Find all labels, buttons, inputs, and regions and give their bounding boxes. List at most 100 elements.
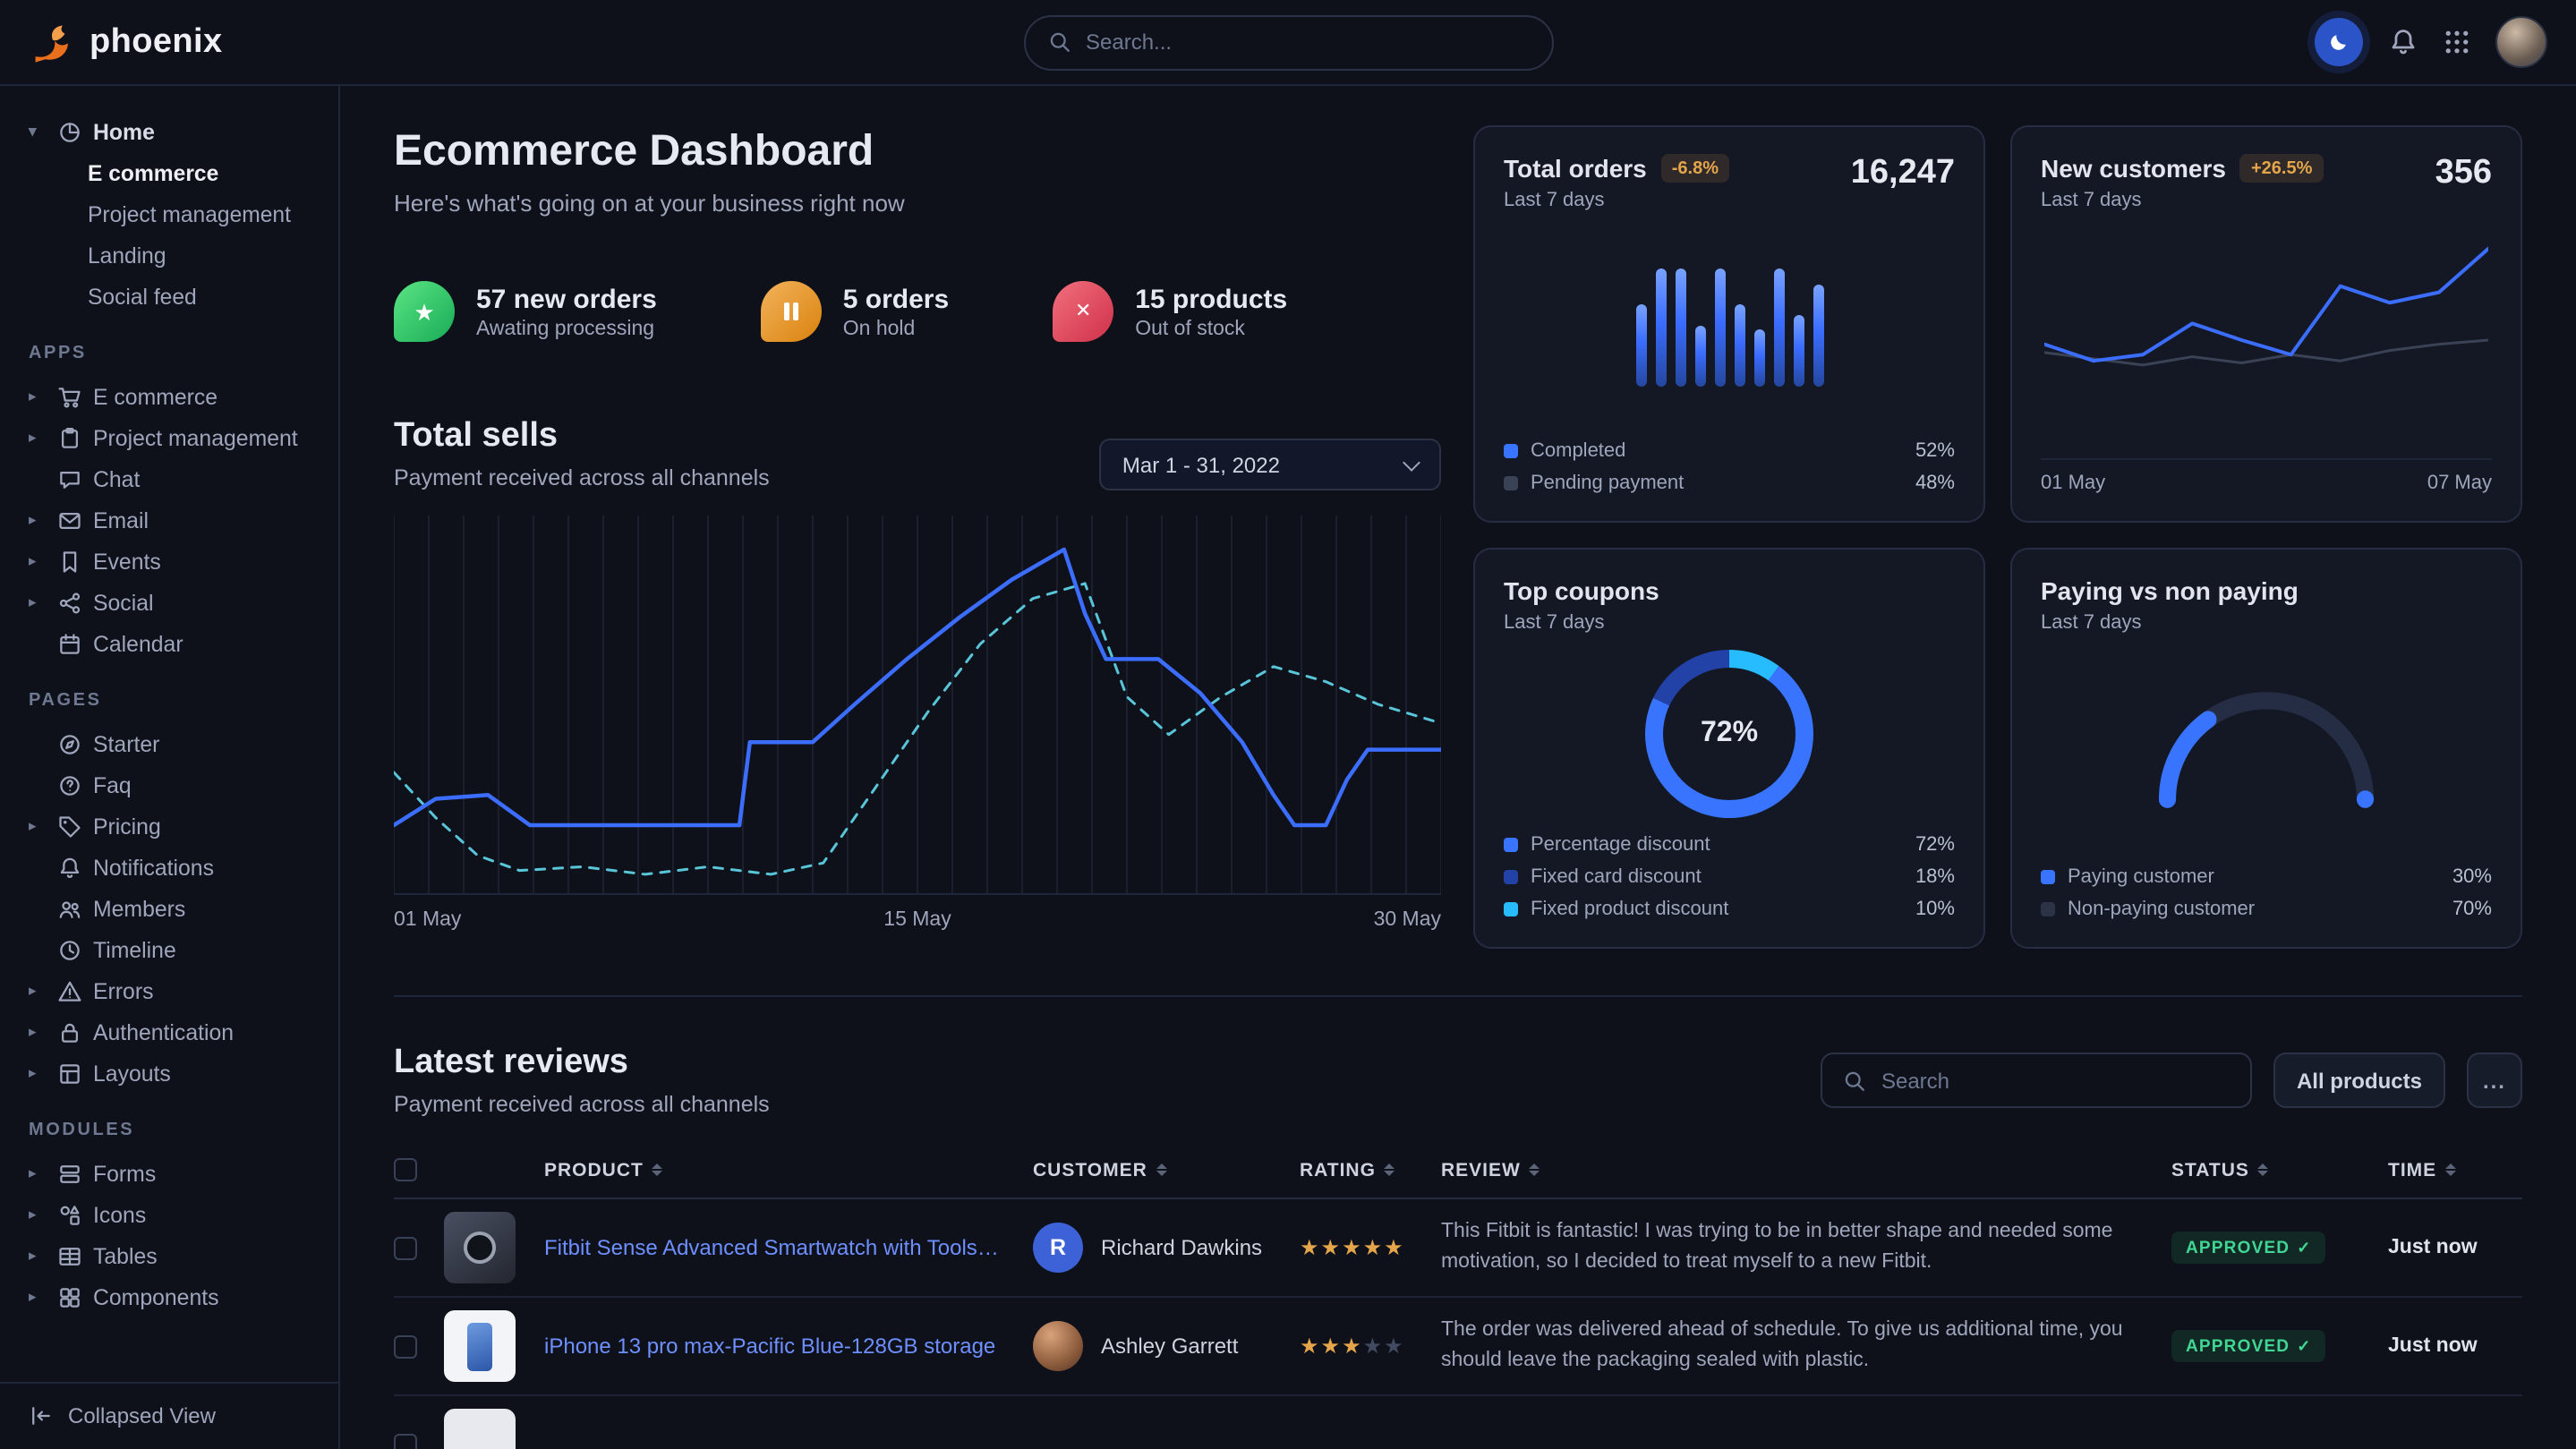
sidebar-item-events[interactable]: Events bbox=[29, 541, 320, 582]
sidebar-item-errors[interactable]: Errors bbox=[29, 970, 320, 1011]
apps-grid-button[interactable] bbox=[2444, 29, 2470, 55]
sidebar-item-home[interactable]: Home bbox=[29, 111, 320, 152]
column-status[interactable]: STATUS bbox=[2171, 1159, 2388, 1181]
column-rating[interactable]: RATING bbox=[1300, 1159, 1441, 1181]
sort-icon bbox=[2445, 1163, 2456, 1177]
column-customer[interactable]: CUSTOMER bbox=[1033, 1159, 1300, 1181]
all-products-button[interactable]: All products bbox=[2273, 1053, 2445, 1108]
sidebar-item-authentication[interactable]: Authentication bbox=[29, 1011, 320, 1053]
latest-reviews-section: Latest reviews Payment received across a… bbox=[394, 997, 2522, 1449]
user-avatar[interactable] bbox=[2495, 16, 2547, 68]
sidebar-item-pricing[interactable]: Pricing bbox=[29, 805, 320, 847]
column-time[interactable]: TIME bbox=[2388, 1159, 2522, 1181]
dashboard-left-column: Ecommerce Dashboard Here's what's going … bbox=[394, 125, 1441, 949]
search-icon bbox=[1842, 1068, 1867, 1093]
sidebar-item-chat[interactable]: Chat bbox=[29, 458, 320, 499]
sidebar-item-timeline[interactable]: Timeline bbox=[29, 929, 320, 970]
sidebar-section-apps: APPS bbox=[29, 344, 320, 363]
sidebar-nav: Home E commerce Project management Landi… bbox=[0, 111, 338, 1381]
card-title: New customers bbox=[2041, 154, 2226, 183]
product-thumbnail[interactable] bbox=[444, 1409, 516, 1449]
sidebar-item-layouts[interactable]: Layouts bbox=[29, 1053, 320, 1094]
row-checkbox[interactable] bbox=[394, 1236, 417, 1259]
stat-orders-on-hold: 5 orders On hold bbox=[761, 281, 949, 342]
column-review[interactable]: REVIEW bbox=[1441, 1159, 2171, 1181]
top-coupons-card: Top coupons Last 7 days 72% Percentage d… bbox=[1473, 548, 1985, 949]
sidebar-item-components[interactable]: Components bbox=[29, 1276, 320, 1317]
rating-stars: ★★★★★ bbox=[1300, 1334, 1405, 1359]
chevron-right-icon bbox=[29, 1205, 47, 1224]
sidebar-section-modules: MODULES bbox=[29, 1121, 320, 1140]
sidebar-item-members[interactable]: Members bbox=[29, 888, 320, 929]
legend-swatch bbox=[1504, 870, 1518, 884]
chevron-right-icon bbox=[29, 551, 47, 571]
row-checkbox[interactable] bbox=[394, 1334, 417, 1358]
check-icon bbox=[2297, 1336, 2311, 1356]
sort-icon bbox=[2258, 1163, 2269, 1177]
date-range-select[interactable]: Mar 1 - 31, 2022 bbox=[1099, 439, 1441, 490]
theme-toggle-button[interactable] bbox=[2315, 18, 2363, 66]
legend-item: Percentage discount 72% bbox=[1504, 834, 1955, 856]
collapsed-view-toggle[interactable]: Collapsed View bbox=[0, 1381, 338, 1449]
review-time: Just now bbox=[2388, 1237, 2478, 1258]
sidebar-item-social[interactable]: Social bbox=[29, 582, 320, 623]
legend-item: Non-paying customer 70% bbox=[2041, 899, 2492, 920]
reviews-search-input[interactable] bbox=[1881, 1068, 2231, 1093]
product-thumbnail[interactable] bbox=[444, 1212, 516, 1283]
more-options-button[interactable]: ... bbox=[2467, 1053, 2522, 1108]
total-orders-value: 16,247 bbox=[1851, 154, 1955, 193]
sidebar-item-landing[interactable]: Landing bbox=[29, 234, 320, 276]
sidebar-item-calendar[interactable]: Calendar bbox=[29, 623, 320, 664]
sidebar-item-apps-project-management[interactable]: Project management bbox=[29, 417, 320, 458]
total-orders-bars bbox=[1635, 236, 1823, 387]
sidebar-item-project-management[interactable]: Project management bbox=[29, 193, 320, 234]
legend-item: Pending payment 48% bbox=[1504, 473, 1955, 494]
global-search[interactable] bbox=[1023, 14, 1553, 70]
chevron-right-icon bbox=[29, 1022, 47, 1042]
customer-name: Ashley Garrett bbox=[1101, 1334, 1238, 1359]
sort-icon bbox=[653, 1163, 663, 1177]
product-link[interactable]: iPhone 13 pro max-Pacific Blue-128GB sto… bbox=[544, 1334, 1024, 1359]
column-product[interactable]: PRODUCT bbox=[544, 1159, 1033, 1181]
product-link[interactable]: Fitbit Sense Advanced Smartwatch with To… bbox=[544, 1235, 1033, 1260]
sidebar-item-icons[interactable]: Icons bbox=[29, 1194, 320, 1235]
row-checkbox[interactable] bbox=[394, 1433, 417, 1449]
check-icon bbox=[2297, 1238, 2311, 1257]
sidebar-item-tables[interactable]: Tables bbox=[29, 1235, 320, 1276]
legend-swatch bbox=[2041, 870, 2055, 884]
stat-out-of-stock: ✕ 15 products Out of stock bbox=[1053, 281, 1287, 342]
table-icon bbox=[57, 1243, 82, 1268]
chevron-right-icon bbox=[29, 510, 47, 530]
sidebar-item-email[interactable]: Email bbox=[29, 499, 320, 541]
sidebar-item-forms[interactable]: Forms bbox=[29, 1153, 320, 1194]
legend-swatch bbox=[1504, 444, 1518, 458]
reviews-search[interactable] bbox=[1821, 1053, 2252, 1108]
sidebar-item-starter[interactable]: Starter bbox=[29, 723, 320, 764]
form-icon bbox=[57, 1161, 82, 1186]
sidebar-item-faq[interactable]: Faq bbox=[29, 764, 320, 805]
global-search-input[interactable] bbox=[1086, 30, 1530, 55]
clipboard-icon bbox=[57, 425, 82, 450]
brand-logo[interactable]: phoenix bbox=[29, 19, 223, 65]
product-thumbnail[interactable] bbox=[444, 1310, 516, 1382]
sort-icon bbox=[1530, 1163, 1540, 1177]
chevron-right-icon bbox=[29, 428, 47, 447]
notifications-button[interactable] bbox=[2388, 27, 2418, 57]
sidebar-item-ecommerce[interactable]: E commerce bbox=[29, 152, 320, 193]
customer-avatar bbox=[1033, 1321, 1083, 1371]
chevron-right-icon bbox=[29, 1246, 47, 1266]
legend-swatch bbox=[1504, 902, 1518, 916]
total-orders-card: Total orders -6.8% Last 7 days 16,247 Co… bbox=[1473, 125, 1985, 523]
star-icon: ★ bbox=[394, 281, 455, 342]
bell-icon bbox=[2388, 27, 2418, 57]
dashboard-cards: Total orders -6.8% Last 7 days 16,247 Co… bbox=[1473, 125, 2522, 949]
clock-icon bbox=[57, 937, 82, 962]
donut-center-value: 72% bbox=[1701, 718, 1758, 750]
sidebar-item-apps-ecommerce[interactable]: E commerce bbox=[29, 376, 320, 417]
select-all-checkbox[interactable] bbox=[394, 1158, 417, 1181]
change-badge: -6.8% bbox=[1661, 154, 1729, 183]
chat-icon bbox=[57, 466, 82, 491]
sidebar-item-notifications[interactable]: Notifications bbox=[29, 847, 320, 888]
sidebar-item-social-feed[interactable]: Social feed bbox=[29, 276, 320, 317]
chevron-right-icon bbox=[29, 1163, 47, 1183]
